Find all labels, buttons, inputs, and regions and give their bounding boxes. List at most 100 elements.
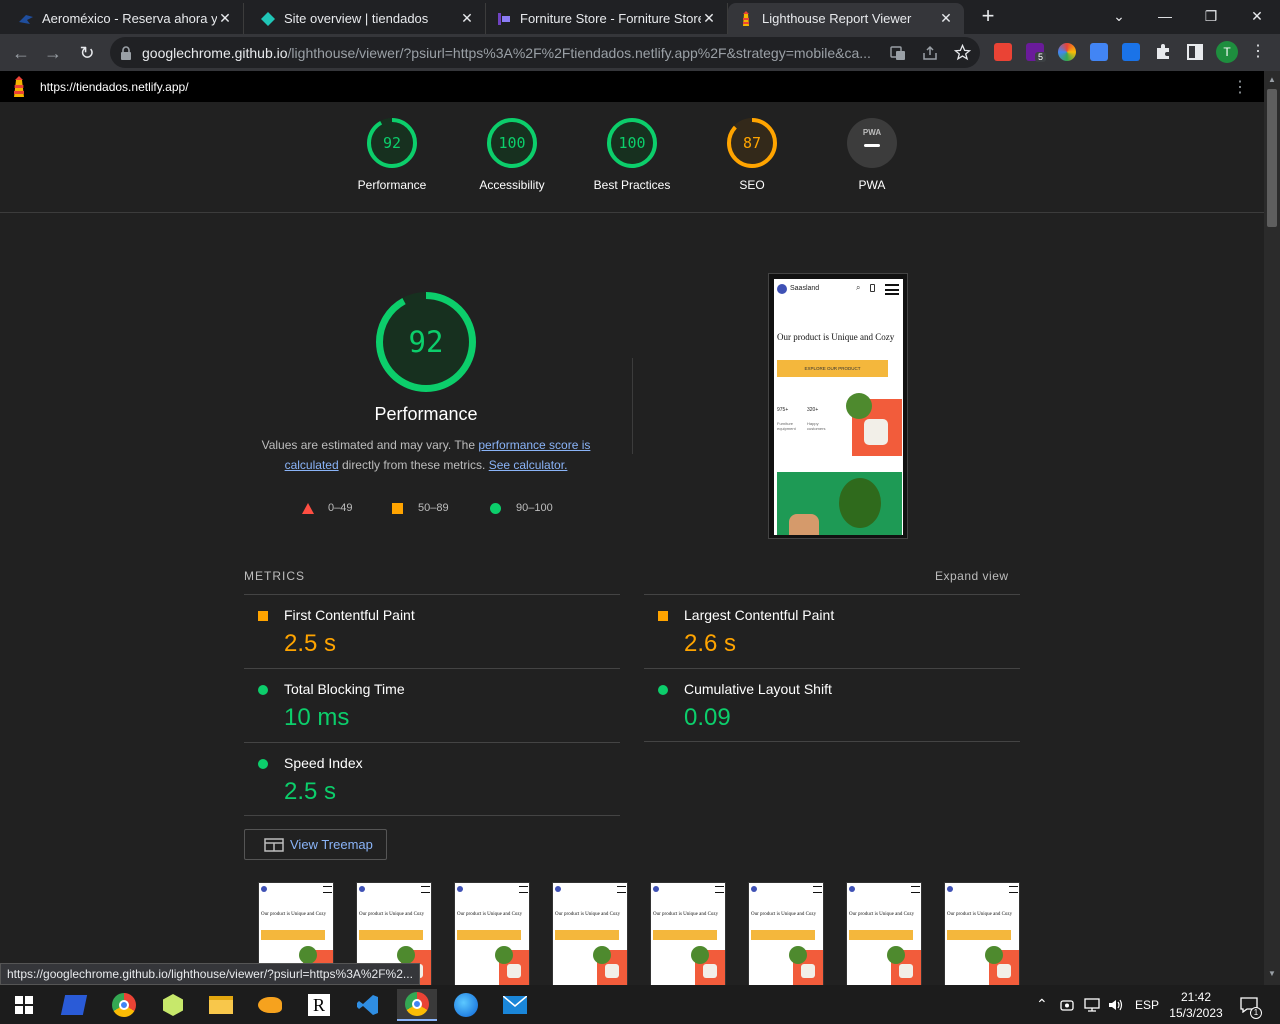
gauge-pwa[interactable]: PWA PWA	[812, 118, 932, 192]
summary-divider	[632, 358, 633, 454]
report-url[interactable]: https://tiendados.netlify.app/	[40, 80, 189, 94]
lock-icon[interactable]	[120, 46, 132, 60]
gauge-ring: 100	[607, 118, 657, 168]
taskbar-cube-app[interactable]	[153, 989, 193, 1021]
taskbar-chrome-active[interactable]	[397, 989, 437, 1021]
pwa-badge-text: PWA	[862, 128, 882, 137]
lighthouse-extension-icon[interactable]	[994, 43, 1012, 61]
taskbar-firefox-dev[interactable]	[446, 989, 486, 1021]
screenshot-cta: EXPLORE OUR PRODUCT	[777, 360, 888, 377]
notification-count: 1	[1250, 1007, 1262, 1019]
square-icon	[392, 502, 403, 514]
address-bar[interactable]: googlechrome.github.io/lighthouse/viewer…	[110, 37, 980, 68]
metric-value: 10 ms	[284, 704, 350, 731]
s-extension-icon[interactable]	[1122, 43, 1140, 61]
browser-tab-aeromexico[interactable]: Aeroméxico - Reserva ahora y vu ✕	[8, 3, 244, 34]
metric-name: Speed Index	[284, 755, 363, 771]
filmstrip-frame: Our product is Unique and Cozy	[846, 882, 922, 985]
taskbar-r-app[interactable]: R	[299, 989, 339, 1021]
performance-title: Performance	[374, 404, 478, 424]
new-tab-button[interactable]: +	[976, 5, 1000, 29]
gauge-performance[interactable]: 92 Performance	[332, 118, 452, 192]
browser-tab-netlify[interactable]: Site overview | tiendados ✕	[250, 3, 486, 34]
tab-close-icon[interactable]: ✕	[459, 10, 475, 27]
tray-network-icon[interactable]	[1084, 985, 1100, 1024]
taskbar-chrome[interactable]	[104, 989, 144, 1021]
gauge-accessibility[interactable]: 100 Accessibility	[452, 118, 572, 192]
cube-icon	[163, 994, 183, 1016]
gauge-best-practices[interactable]: 100 Best Practices	[572, 118, 692, 192]
tray-language[interactable]: ESP	[1135, 985, 1159, 1024]
translate-icon[interactable]	[890, 45, 906, 61]
see-calculator-link[interactable]: See calculator.	[489, 458, 568, 472]
gauge-label: Best Practices	[593, 178, 671, 192]
performance-description: Values are estimated and may vary. The p…	[244, 435, 608, 475]
side-panel-icon[interactable]	[1186, 43, 1204, 61]
metric-value: 2.6 s	[684, 630, 737, 657]
bookmark-star-icon[interactable]	[954, 44, 971, 61]
legend-fail: 0–49	[302, 502, 352, 514]
minimize-button[interactable]: —	[1142, 0, 1188, 32]
restore-button[interactable]: ❐	[1188, 0, 1234, 32]
start-button[interactable]	[4, 989, 44, 1021]
plant-shape	[846, 393, 872, 419]
page-scrollbar[interactable]: ▲ ▼	[1264, 71, 1280, 985]
average-square-icon	[658, 611, 668, 621]
browser-tab-strip: Aeroméxico - Reserva ahora y vu ✕ Site o…	[0, 0, 1280, 34]
taskbar-postman[interactable]	[250, 989, 290, 1021]
gauge-seo[interactable]: 87 SEO	[692, 118, 812, 192]
taskbar-vscode[interactable]	[348, 989, 388, 1021]
taskbar-mail[interactable]	[495, 989, 535, 1021]
final-screenshot[interactable]: Saasland ⌕ Our product is Unique and Coz…	[768, 273, 908, 539]
screenshot-search-icon: ⌕	[856, 283, 861, 292]
gauge-label: Accessibility	[479, 178, 545, 192]
tray-clock[interactable]: 21:42 15/3/2023	[1166, 985, 1226, 1024]
expand-view-toggle[interactable]: Expand view	[935, 569, 1009, 583]
treemap-icon	[264, 837, 284, 852]
camel-icon	[258, 997, 282, 1013]
pwa-dash	[864, 144, 880, 147]
scroll-up-icon[interactable]: ▲	[1268, 75, 1276, 84]
browser-tab-forniture[interactable]: Forniture Store - Forniture Store ✕	[486, 3, 728, 34]
tray-volume-icon[interactable]	[1108, 985, 1124, 1024]
back-button[interactable]: ←	[8, 40, 34, 66]
metric-divider	[244, 815, 620, 816]
extension-badge-icon[interactable]: 5	[1026, 43, 1047, 62]
tray-notifications-icon[interactable]: 1	[1240, 985, 1262, 1024]
report-menu-icon[interactable]: ⋮	[1232, 77, 1248, 97]
performance-summary: 92 Performance Values are estimated and …	[244, 292, 608, 475]
gauge-score: 92	[382, 134, 402, 152]
taskbar-file-explorer[interactable]	[201, 989, 241, 1021]
legend-range: 90–100	[516, 502, 553, 514]
browser-tab-lighthouse[interactable]: Lighthouse Report Viewer ✕	[728, 3, 964, 34]
extension-badge-count: 5	[1035, 52, 1047, 62]
scroll-down-icon[interactable]: ▼	[1268, 969, 1276, 978]
google-translate-extension-icon[interactable]	[1090, 43, 1108, 61]
taskbar-powershell[interactable]	[54, 989, 94, 1021]
brand-logo-icon	[777, 284, 787, 294]
view-treemap-button[interactable]: View Treemap	[244, 829, 387, 860]
tab-close-icon[interactable]: ✕	[701, 10, 717, 27]
puzzle-extensions-icon[interactable]	[1154, 43, 1172, 61]
tab-close-icon[interactable]: ✕	[938, 10, 954, 27]
scrollbar-thumb[interactable]	[1267, 89, 1277, 227]
gauge-score: 100	[498, 134, 526, 152]
reload-button[interactable]: ↻	[74, 40, 100, 66]
close-window-button[interactable]: ✕	[1234, 0, 1280, 32]
forward-button[interactable]: →	[40, 40, 66, 66]
metric-name: First Contentful Paint	[284, 607, 415, 623]
tab-close-icon[interactable]: ✕	[217, 10, 233, 27]
legend-range: 0–49	[328, 502, 353, 514]
chrome-menu-icon[interactable]: ⋮	[1248, 42, 1268, 62]
tab-search-icon[interactable]: ⌄	[1096, 0, 1142, 32]
tray-chevron-icon[interactable]: ⌃	[1036, 985, 1048, 1024]
color-picker-extension-icon[interactable]	[1058, 43, 1076, 61]
tray-camera-icon[interactable]	[1060, 985, 1074, 1024]
profile-avatar[interactable]: T	[1216, 41, 1238, 63]
share-icon[interactable]	[922, 45, 938, 61]
folder-icon	[209, 996, 233, 1014]
lighthouse-logo-icon	[14, 76, 24, 97]
metric-speed-index: Speed Index 2.5 s	[244, 742, 620, 816]
gauge-ring: 100	[487, 118, 537, 168]
windows-logo-icon	[15, 996, 33, 1014]
